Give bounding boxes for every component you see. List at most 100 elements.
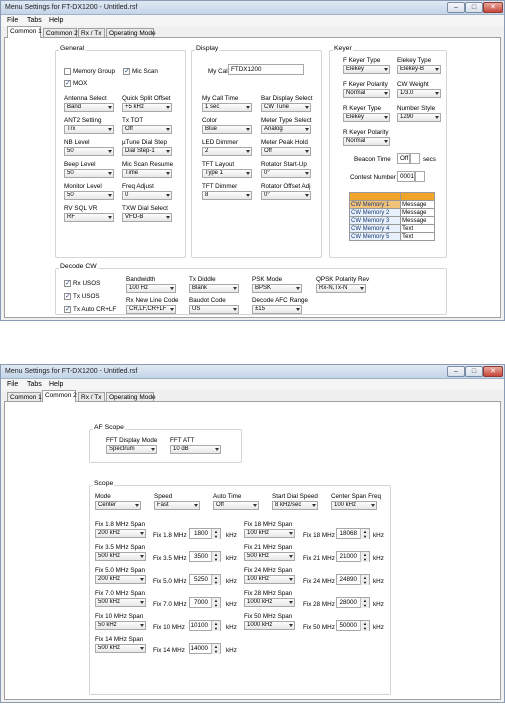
fix-7-0-spinner[interactable]: 7000 ▲ ▼ (189, 597, 221, 608)
monitor-level-dropdown[interactable]: 50 (64, 191, 114, 200)
fix-21-span-dropdown[interactable]: 500 kHz (244, 552, 295, 561)
scope-speed-dropdown[interactable]: Fast (154, 501, 200, 510)
elekey-type-dropdown[interactable]: Elekey-B (397, 65, 441, 74)
menu-file[interactable]: File (7, 17, 18, 24)
tft-dimmer-dropdown[interactable]: 8 (202, 191, 252, 200)
r-keyer-type-dropdown[interactable]: Elekey (343, 113, 390, 122)
table-row[interactable]: CW Memory 2 Message (348, 208, 435, 217)
fix-5-0-spinner[interactable]: 5250 ▲ ▼ (189, 574, 221, 585)
close-button[interactable]: ✕ (483, 2, 503, 13)
color-dropdown[interactable]: Blue (202, 125, 252, 134)
tx-auto-crlf-checkbox[interactable]: ✓ (64, 306, 71, 313)
auto-time-dropdown[interactable]: Off (213, 501, 259, 510)
menu-help[interactable]: Help (49, 17, 63, 24)
fix-10-span-dropdown[interactable]: 50 kHz (95, 621, 146, 630)
decode-afc-range-dropdown[interactable]: ±15 (252, 305, 302, 314)
fix-10-spinner[interactable]: 10100 ▲ ▼ (189, 620, 221, 631)
tx-tot-dropdown[interactable]: Off (122, 125, 172, 134)
fix-14-spinner[interactable]: 14000 ▲ ▼ (189, 643, 221, 654)
menu-tabs[interactable]: Tabs (27, 381, 42, 388)
fix-5-0-span-dropdown[interactable]: 200 kHz (95, 575, 146, 584)
fix-50-span-dropdown[interactable]: 1000 kHz (244, 621, 295, 630)
number-style-dropdown[interactable]: 1290 (397, 113, 441, 122)
mox-checkbox[interactable]: ✓ (64, 80, 71, 87)
fix-14-span-dropdown[interactable]: 500 kHz (95, 644, 146, 653)
antenna-select-dropdown[interactable]: Band (64, 103, 114, 112)
beacon-time-spinner[interactable] (410, 153, 420, 164)
minimize-button[interactable]: – (447, 366, 465, 377)
contest-number-input[interactable]: 0001 (397, 171, 415, 182)
fix-3-5-span-dropdown[interactable]: 500 kHz (95, 552, 146, 561)
qpsk-polarity-rev-dropdown[interactable]: Rx-N,Tx-N (316, 284, 366, 293)
txw-dial-select-dropdown[interactable]: VFO-B (122, 213, 172, 222)
utune-dial-step-dropdown[interactable]: Dial Step-1 (122, 147, 172, 156)
memory-name-cell[interactable]: CW Memory 2 (348, 208, 402, 217)
tab-common1[interactable]: Common 1 (7, 26, 42, 38)
freq-adjust-dropdown[interactable]: 0 (122, 191, 172, 200)
my-call-input[interactable]: FTDX1200 (228, 64, 304, 75)
baudot-code-dropdown[interactable]: US (189, 305, 239, 314)
memory-type-cell[interactable]: Message (400, 200, 435, 209)
fix-28-spinner[interactable]: 28000 ▲ ▼ (336, 597, 370, 608)
f-keyer-type-dropdown[interactable]: Elekey (343, 65, 390, 74)
table-row[interactable]: CW Memory 4 Text (348, 224, 435, 233)
fix-7-0-span-dropdown[interactable]: 500 kHz (95, 598, 146, 607)
memory-name-cell[interactable]: CW Memory 1 (348, 200, 402, 209)
memory-name-cell[interactable]: CW Memory 3 (348, 216, 402, 225)
start-dial-speed-dropdown[interactable]: 8 kHz/sec (272, 501, 318, 510)
r-keyer-polarity-dropdown[interactable]: Normal (343, 137, 390, 146)
tx-diddle-dropdown[interactable]: Blank (189, 284, 239, 293)
center-span-freq-dropdown[interactable]: 100 kHz (331, 501, 377, 510)
fix-1-8-spinner[interactable]: 1800 ▲ ▼ (189, 528, 221, 539)
beep-level-dropdown[interactable]: 50 (64, 169, 114, 178)
my-call-time-dropdown[interactable]: 1 sec (202, 103, 252, 112)
fix-28-span-dropdown[interactable]: 1000 kHz (244, 598, 295, 607)
rv-sql-vr-dropdown[interactable]: RF (64, 213, 114, 222)
menu-help[interactable]: Help (49, 381, 63, 388)
ant2-setting-dropdown[interactable]: Trx (64, 125, 114, 134)
memory-type-cell[interactable]: Message (400, 216, 435, 225)
fix-21-spinner[interactable]: 21000 ▲ ▼ (336, 551, 370, 562)
bandwidth-dropdown[interactable]: 100 Hz (126, 284, 176, 293)
tab-common2[interactable]: Common 2 (42, 390, 77, 402)
tft-layout-dropdown[interactable]: Type 1 (202, 169, 252, 178)
table-row[interactable]: CW Memory 3 Message (348, 216, 435, 225)
fix-3-5-spinner[interactable]: 3500 ▲ ▼ (189, 551, 221, 562)
f-keyer-polarity-dropdown[interactable]: Normal (343, 89, 390, 98)
scope-mode-dropdown[interactable]: Center (95, 501, 141, 510)
menu-tabs[interactable]: Tabs (27, 17, 42, 24)
memory-type-cell[interactable]: Message (400, 208, 435, 217)
cw-weight-dropdown[interactable]: 1/3.0 (397, 89, 441, 98)
memory-group-checkbox[interactable] (64, 68, 71, 75)
fix-50-spinner[interactable]: 50000 ▲ ▼ (336, 620, 370, 631)
led-dimmer-dropdown[interactable]: 2 (202, 147, 252, 156)
memory-type-cell[interactable]: Text (400, 224, 435, 233)
nb-level-dropdown[interactable]: 50 (64, 147, 114, 156)
menu-file[interactable]: File (7, 381, 18, 388)
mic-scan-checkbox[interactable]: ✓ (123, 68, 130, 75)
close-button[interactable]: ✕ (483, 366, 503, 377)
fix-1-8-span-dropdown[interactable]: 200 kHz (95, 529, 146, 538)
fix-24-spinner[interactable]: 24890 ▲ ▼ (336, 574, 370, 585)
psk-mode-dropdown[interactable]: BPSK (252, 284, 302, 293)
fft-att-dropdown[interactable]: 10 dB (170, 445, 221, 454)
table-row[interactable]: CW Memory 1 Message (348, 200, 435, 209)
memory-name-cell[interactable]: CW Memory 4 (348, 224, 402, 233)
memory-name-cell[interactable]: CW Memory 5 (348, 232, 402, 241)
meter-type-select-dropdown[interactable]: Analog (261, 125, 311, 134)
fix-18-spinner[interactable]: 18068 ▲ ▼ (336, 528, 370, 539)
tx-usos-checkbox[interactable]: ✓ (64, 293, 71, 300)
fft-display-mode-dropdown[interactable]: Spectrum (106, 445, 157, 454)
rotator-start-up-dropdown[interactable]: 0° (261, 169, 311, 178)
maximize-button[interactable]: □ (465, 366, 483, 377)
fix-24-span-dropdown[interactable]: 100 kHz (244, 575, 295, 584)
minimize-button[interactable]: – (447, 2, 465, 13)
table-row[interactable]: CW Memory 5 Text (348, 232, 435, 241)
beacon-time-input[interactable]: Off (397, 153, 410, 164)
contest-number-spinner[interactable] (415, 171, 425, 182)
rx-new-line-code-dropdown[interactable]: CR,LF,CR+LF (126, 305, 176, 314)
memory-type-cell[interactable]: Text (400, 232, 435, 241)
rx-usos-checkbox[interactable]: ✓ (64, 280, 71, 287)
maximize-button[interactable]: □ (465, 2, 483, 13)
fix-18-span-dropdown[interactable]: 100 kHz (244, 529, 295, 538)
